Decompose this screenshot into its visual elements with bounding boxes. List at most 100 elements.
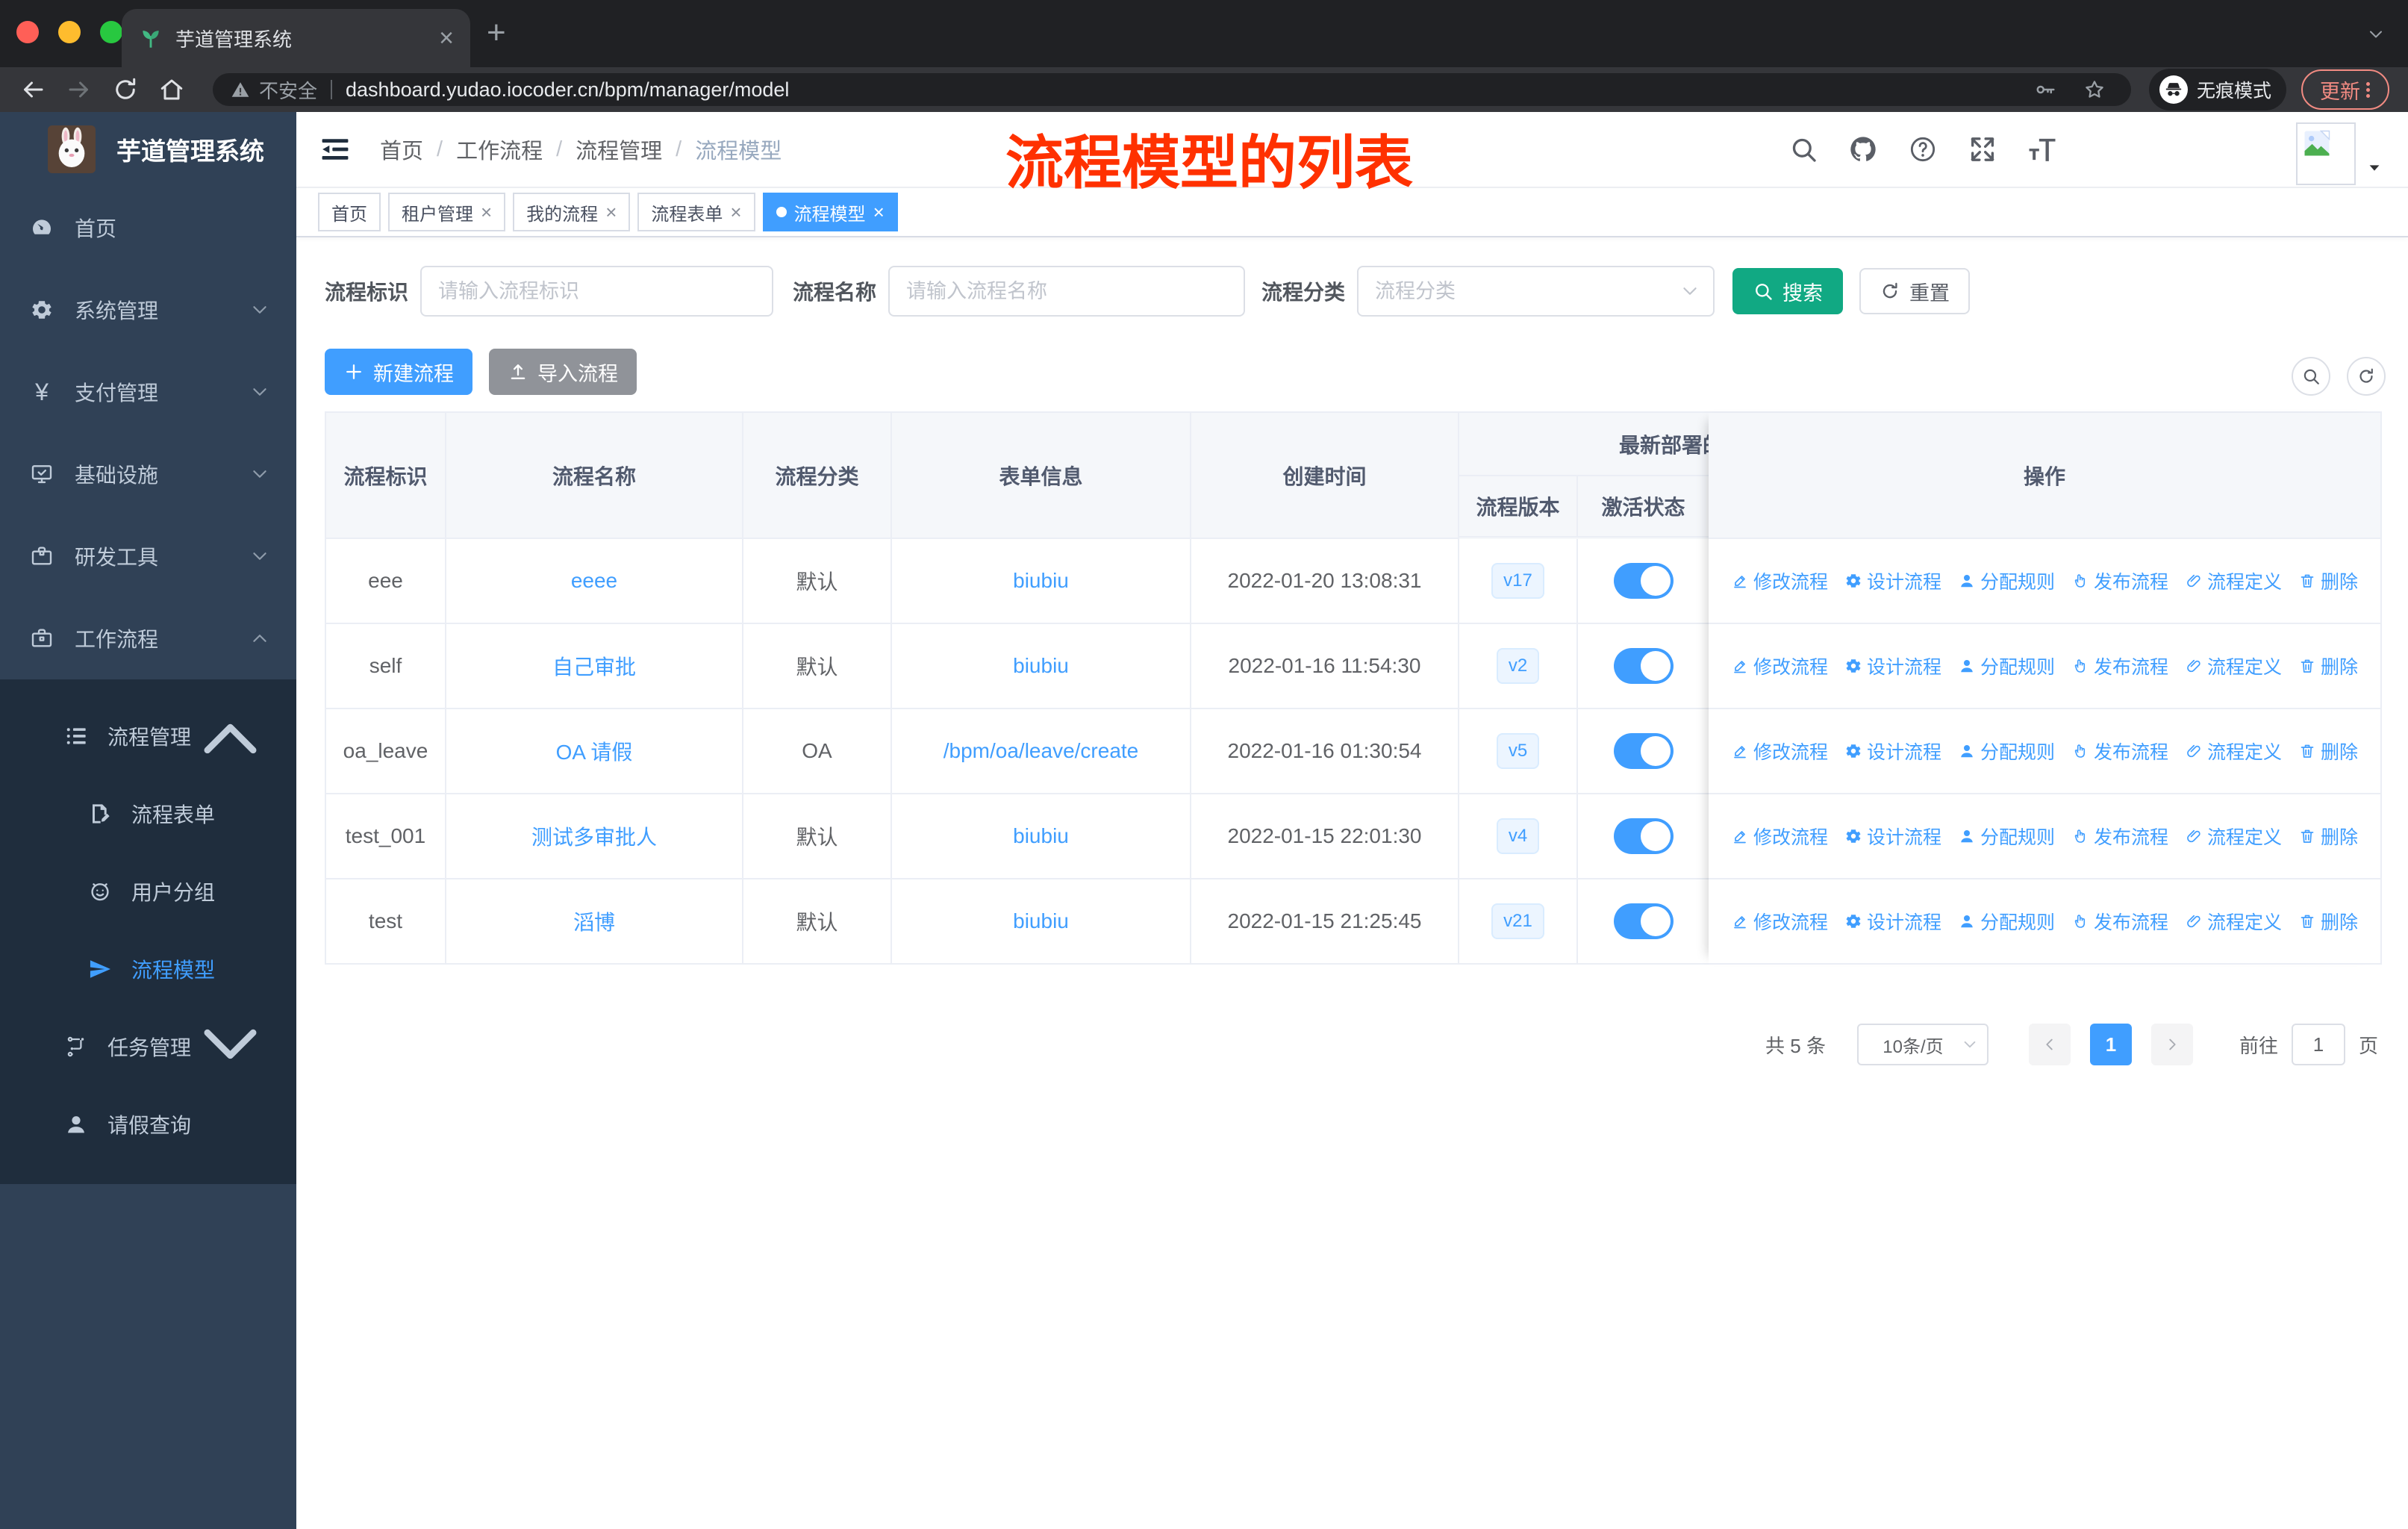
cell-form-link[interactable]: biubiu (1013, 569, 1069, 593)
action-修改流程[interactable]: 修改流程 (1731, 567, 1828, 594)
active-toggle[interactable] (1613, 818, 1674, 854)
action-流程定义[interactable]: 流程定义 (2185, 567, 2282, 594)
cell-process-name-link[interactable]: 测试多审批人 (531, 821, 657, 851)
breadcrumb-item[interactable]: 首页 (380, 134, 423, 165)
font-size-icon[interactable] (2027, 134, 2057, 164)
process-key-field[interactable] (420, 266, 774, 317)
close-icon[interactable]: × (481, 202, 492, 222)
process-name-input[interactable] (906, 279, 1228, 303)
action-修改流程[interactable]: 修改流程 (1731, 908, 1828, 935)
action-设计流程[interactable]: 设计流程 (1844, 738, 1941, 764)
action-设计流程[interactable]: 设计流程 (1844, 567, 1941, 594)
action-修改流程[interactable]: 修改流程 (1731, 738, 1828, 764)
process-key-input[interactable] (438, 279, 756, 303)
process-name-field[interactable] (888, 266, 1246, 317)
sidebar-item-工作流程[interactable]: 工作流程 (0, 597, 296, 679)
action-删除[interactable]: 删除 (2298, 738, 2358, 764)
back-icon[interactable] (19, 76, 46, 103)
home-icon[interactable] (158, 76, 185, 103)
sidebar-item-基础设施[interactable]: 基础设施 (0, 433, 296, 515)
action-发布流程[interactable]: 发布流程 (2071, 653, 2168, 679)
action-流程定义[interactable]: 流程定义 (2185, 908, 2282, 935)
browser-tab[interactable]: 芋道管理系统 × (122, 9, 470, 67)
close-icon[interactable]: × (730, 202, 741, 222)
action-分配规则[interactable]: 分配规则 (1958, 823, 2055, 850)
tab-search-caret-icon[interactable] (2363, 25, 2389, 43)
action-修改流程[interactable]: 修改流程 (1731, 653, 1828, 679)
action-发布流程[interactable]: 发布流程 (2071, 567, 2168, 594)
sidebar-item-首页[interactable]: 首页 (0, 187, 296, 269)
zoom-window-button[interactable] (100, 21, 122, 43)
action-设计流程[interactable]: 设计流程 (1844, 653, 1941, 679)
sidebar-item-任务管理[interactable]: 任务管理 (0, 1008, 296, 1086)
avatar[interactable] (2296, 122, 2356, 185)
tab-租户管理[interactable]: 租户管理 × (388, 193, 506, 231)
action-分配规则[interactable]: 分配规则 (1958, 738, 2055, 764)
browser-menu-update-button[interactable]: 更新 (2301, 69, 2389, 110)
page-size-select[interactable]: 10条/页 (1856, 1024, 1989, 1065)
kebab-menu-icon[interactable] (2366, 80, 2371, 100)
collapse-menu-icon[interactable] (319, 133, 352, 166)
forward-icon[interactable] (66, 76, 93, 103)
cell-process-name-link[interactable]: 滔博 (573, 906, 615, 936)
action-删除[interactable]: 删除 (2298, 908, 2358, 935)
sidebar-item-支付管理[interactable]: ¥ 支付管理 (0, 351, 296, 433)
tab-流程表单[interactable]: 流程表单 × (637, 193, 755, 231)
action-删除[interactable]: 删除 (2298, 653, 2358, 679)
action-删除[interactable]: 删除 (2298, 823, 2358, 850)
sidebar-item-用户分组[interactable]: 用户分组 (0, 853, 296, 930)
tab-close-icon[interactable]: × (439, 25, 454, 51)
action-设计流程[interactable]: 设计流程 (1844, 908, 1941, 935)
close-icon[interactable]: × (605, 202, 617, 222)
search-button[interactable]: 搜索 (1732, 268, 1844, 314)
cell-form-link[interactable]: biubiu (1013, 654, 1069, 678)
action-修改流程[interactable]: 修改流程 (1731, 823, 1828, 850)
action-发布流程[interactable]: 发布流程 (2071, 823, 2168, 850)
sidebar-item-系统管理[interactable]: 系统管理 (0, 269, 296, 351)
action-发布流程[interactable]: 发布流程 (2071, 908, 2168, 935)
avatar-caret-down-icon[interactable] (2365, 160, 2384, 176)
sidebar-item-流程模型[interactable]: 流程模型 (0, 930, 296, 1008)
star-icon[interactable] (2083, 78, 2106, 101)
active-toggle[interactable] (1613, 563, 1674, 599)
create-process-button[interactable]: 新建流程 (325, 349, 472, 395)
action-分配规则[interactable]: 分配规则 (1958, 653, 2055, 679)
sidebar-item-流程表单[interactable]: 流程表单 (0, 775, 296, 853)
cell-process-name-link[interactable]: OA 请假 (556, 736, 633, 766)
tab-我的流程[interactable]: 我的流程 × (513, 193, 631, 231)
sidebar-item-流程管理[interactable]: 流程管理 (0, 697, 296, 775)
app-logo-row[interactable]: 芋道管理系统 (0, 112, 296, 187)
cell-process-name-link[interactable]: 自己审批 (552, 651, 636, 681)
search-icon[interactable] (1788, 134, 1818, 164)
cell-form-link[interactable]: /bpm/oa/leave/create (943, 739, 1139, 763)
tab-流程模型[interactable]: 流程模型 × (762, 193, 898, 231)
close-window-button[interactable] (16, 21, 39, 43)
help-icon[interactable] (1908, 134, 1938, 164)
page-number-button[interactable]: 1 (2089, 1024, 2132, 1065)
show-search-button[interactable] (2292, 357, 2330, 396)
close-icon[interactable]: × (873, 202, 885, 222)
breadcrumb-item[interactable]: 工作流程 (456, 134, 543, 165)
refresh-table-button[interactable] (2347, 357, 2386, 396)
fullscreen-icon[interactable] (1968, 134, 1997, 164)
reload-icon[interactable] (112, 76, 139, 103)
cell-form-link[interactable]: biubiu (1013, 824, 1069, 848)
github-icon[interactable] (1848, 134, 1878, 164)
action-分配规则[interactable]: 分配规则 (1958, 567, 2055, 594)
url-text[interactable]: dashboard.yudao.iocoder.cn/bpm/manager/m… (346, 78, 2034, 102)
action-删除[interactable]: 删除 (2298, 567, 2358, 594)
next-page-button[interactable] (2150, 1024, 2193, 1065)
new-tab-button[interactable]: + (487, 16, 506, 49)
sidebar-item-研发工具[interactable]: 研发工具 (0, 515, 296, 597)
goto-page-input[interactable] (2291, 1024, 2345, 1065)
cell-process-name-link[interactable]: eeee (571, 569, 617, 593)
prev-page-button[interactable] (2028, 1024, 2071, 1065)
action-流程定义[interactable]: 流程定义 (2185, 738, 2282, 764)
cell-form-link[interactable]: biubiu (1013, 909, 1069, 933)
breadcrumb-item[interactable]: 流程管理 (576, 134, 662, 165)
import-process-button[interactable]: 导入流程 (489, 349, 637, 395)
active-toggle[interactable] (1613, 903, 1674, 939)
minimize-window-button[interactable] (58, 21, 81, 43)
process-category-value[interactable] (1375, 279, 1697, 303)
key-icon[interactable] (2034, 78, 2056, 101)
